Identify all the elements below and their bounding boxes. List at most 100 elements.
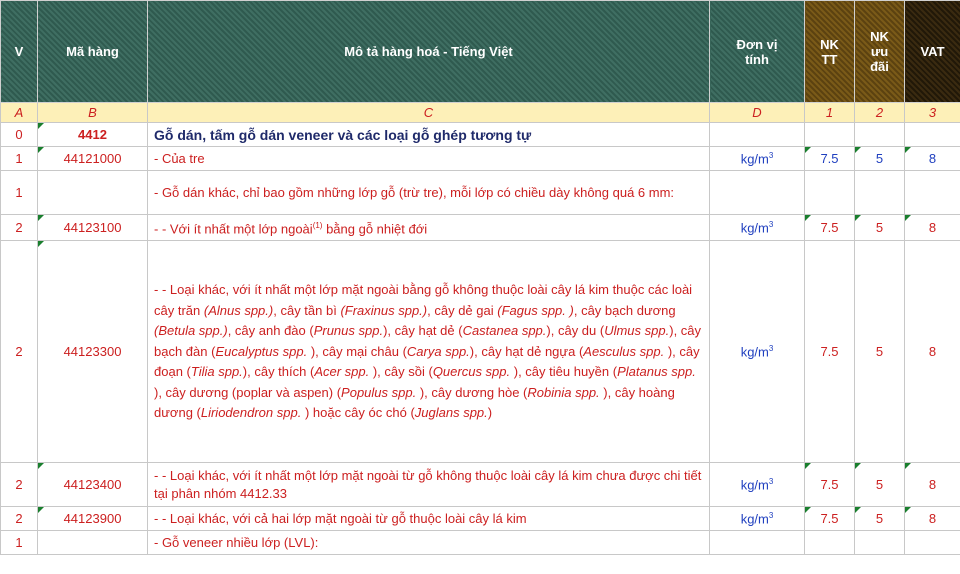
description-text: , cây bạch dương: [573, 302, 676, 318]
description-text: ), cây hạt dẻ ngựa (: [469, 343, 584, 359]
unit-cell[interactable]: [709, 170, 805, 215]
letter-2[interactable]: 2: [854, 102, 905, 123]
level-cell[interactable]: 2: [0, 240, 38, 464]
level-cell[interactable]: 1: [0, 530, 38, 556]
species-name: Tilia spp.: [190, 364, 243, 380]
table-row: 2 44123300 - - Loại khác, với ít nhất mộ…: [0, 240, 960, 464]
nkud-cell[interactable]: 5: [854, 146, 905, 171]
nkud-cell[interactable]: 5: [854, 506, 905, 532]
description-text: ), cây hạt dẻ (: [383, 323, 463, 339]
nktt-cell[interactable]: [804, 170, 855, 215]
description-text: , cây anh đào (: [227, 323, 314, 339]
nkud-cell[interactable]: [854, 170, 905, 215]
letter-3[interactable]: 3: [904, 102, 960, 123]
description-text: ), cây tiêu huyền (: [510, 364, 618, 380]
description-text: , cây dẻ gai: [427, 302, 498, 318]
letter-c[interactable]: C: [147, 102, 710, 123]
description-cell[interactable]: - - Loại khác, với cả hai lớp mặt ngoài …: [147, 506, 710, 532]
code-cell[interactable]: 44123100: [37, 213, 148, 242]
species-name: Aesculus spp.: [583, 343, 665, 359]
species-name: Carya spp.: [406, 343, 470, 359]
nkud-cell[interactable]: 5: [854, 213, 905, 242]
letter-1[interactable]: 1: [804, 102, 855, 123]
table-row: 1 - Gỗ dán khác, chỉ bao gồm những lớp g…: [0, 170, 960, 215]
unit-text: kg/m: [740, 151, 769, 167]
description-text: ), cây dương hòe (: [416, 384, 528, 400]
species-name: (Betula spp.): [154, 323, 228, 339]
vat-cell[interactable]: 8: [904, 462, 960, 508]
level-cell[interactable]: 1: [0, 146, 38, 171]
description-cell[interactable]: - - Với ít nhất một lớp ngoài(1) bằng gỗ…: [147, 213, 710, 242]
vat-cell[interactable]: 8: [904, 213, 960, 242]
species-name: (Alnus spp.): [203, 302, 274, 318]
description-text: ), cây du (: [546, 323, 605, 339]
code-cell[interactable]: [37, 170, 148, 215]
nktt-cell[interactable]: 7.5: [804, 462, 855, 508]
code-cell[interactable]: 44123900: [37, 506, 148, 532]
nkud-cell[interactable]: 5: [854, 462, 905, 508]
header-unit[interactable]: Đơn vị tính: [709, 0, 805, 103]
vat-cell[interactable]: 8: [904, 240, 960, 464]
unit-cell[interactable]: kg/m3: [709, 213, 805, 242]
level-cell[interactable]: 0: [0, 122, 38, 147]
description-cell[interactable]: - Gỗ dán khác, chỉ bao gồm những lớp gỗ …: [147, 170, 710, 215]
code-cell[interactable]: [37, 530, 148, 556]
header-code[interactable]: Mã hàng: [37, 0, 148, 103]
description-text: - - Với ít nhất một lớp ngoài: [154, 221, 313, 237]
header-nktt[interactable]: NK TT: [804, 0, 855, 103]
letter-a[interactable]: A: [0, 102, 38, 123]
letter-d[interactable]: D: [709, 102, 805, 123]
code-cell[interactable]: 4412: [37, 122, 148, 147]
unit-cell[interactable]: kg/m3: [709, 240, 805, 464]
vat-cell[interactable]: [904, 170, 960, 215]
description-cell[interactable]: - Gỗ veneer nhiều lớp (LVL):: [147, 530, 710, 556]
vat-cell[interactable]: [904, 530, 960, 556]
nktt-cell[interactable]: 7.5: [804, 240, 855, 464]
description-cell[interactable]: - Của tre: [147, 146, 710, 171]
species-name: Robinia spp.: [527, 384, 600, 400]
vat-cell[interactable]: 8: [904, 506, 960, 532]
header-description[interactable]: Mô tả hàng hoá - Tiếng Việt: [147, 0, 710, 103]
species-name: Liriodendron spp.: [200, 405, 302, 421]
table-row: 1 44121000 - Của tre kg/m3 7.5 5 8: [0, 146, 960, 171]
code-cell[interactable]: 44123300: [37, 240, 148, 464]
nktt-cell[interactable]: [804, 122, 855, 147]
unit-text: kg/m: [740, 220, 769, 236]
header-nkud-line2: ưu: [870, 44, 889, 59]
description-cell[interactable]: - - Loại khác, với ít nhất một lớp mặt n…: [147, 462, 710, 508]
vat-cell[interactable]: 8: [904, 146, 960, 171]
species-name: Acer spp.: [314, 364, 370, 380]
nktt-cell[interactable]: 7.5: [804, 146, 855, 171]
description-cell[interactable]: - - Loại khác, với ít nhất một lớp mặt n…: [147, 240, 710, 464]
nktt-cell[interactable]: 7.5: [804, 213, 855, 242]
unit-cell[interactable]: kg/m3: [709, 506, 805, 532]
description-text: ), cây dương (poplar và aspen) (: [154, 384, 342, 400]
header-vat[interactable]: VAT: [904, 0, 960, 103]
nkud-cell[interactable]: 5: [854, 240, 905, 464]
nktt-cell[interactable]: [804, 530, 855, 556]
header-nktt-line2: TT: [821, 51, 838, 67]
level-cell[interactable]: 2: [0, 213, 38, 242]
species-name: (Fagus spp. ): [497, 302, 574, 318]
nkud-cell[interactable]: [854, 122, 905, 147]
level-cell[interactable]: 1: [0, 170, 38, 215]
letter-b[interactable]: B: [37, 102, 148, 123]
table-row: 2 44123400 - - Loại khác, với ít nhất mộ…: [0, 462, 960, 508]
unit-cell[interactable]: kg/m3: [709, 146, 805, 171]
unit-cell[interactable]: kg/m3: [709, 462, 805, 508]
nkud-cell[interactable]: [854, 530, 905, 556]
header-unit-line2: tính: [745, 51, 769, 67]
unit-text: kg/m: [740, 477, 769, 493]
description-cell[interactable]: Gỗ dán, tấm gỗ dán veneer và các loại gỗ…: [147, 122, 710, 147]
vat-cell[interactable]: [904, 122, 960, 147]
code-cell[interactable]: 44121000: [37, 146, 148, 171]
level-cell[interactable]: 2: [0, 462, 38, 508]
unit-cell[interactable]: [709, 122, 805, 147]
level-cell[interactable]: 2: [0, 506, 38, 532]
description-text: ) hoặc cây óc chó (: [301, 405, 415, 421]
unit-cell[interactable]: [709, 530, 805, 556]
nktt-cell[interactable]: 7.5: [804, 506, 855, 532]
header-v[interactable]: V: [0, 0, 38, 103]
header-nkud[interactable]: NK ưu đãi: [854, 0, 905, 103]
code-cell[interactable]: 44123400: [37, 462, 148, 508]
